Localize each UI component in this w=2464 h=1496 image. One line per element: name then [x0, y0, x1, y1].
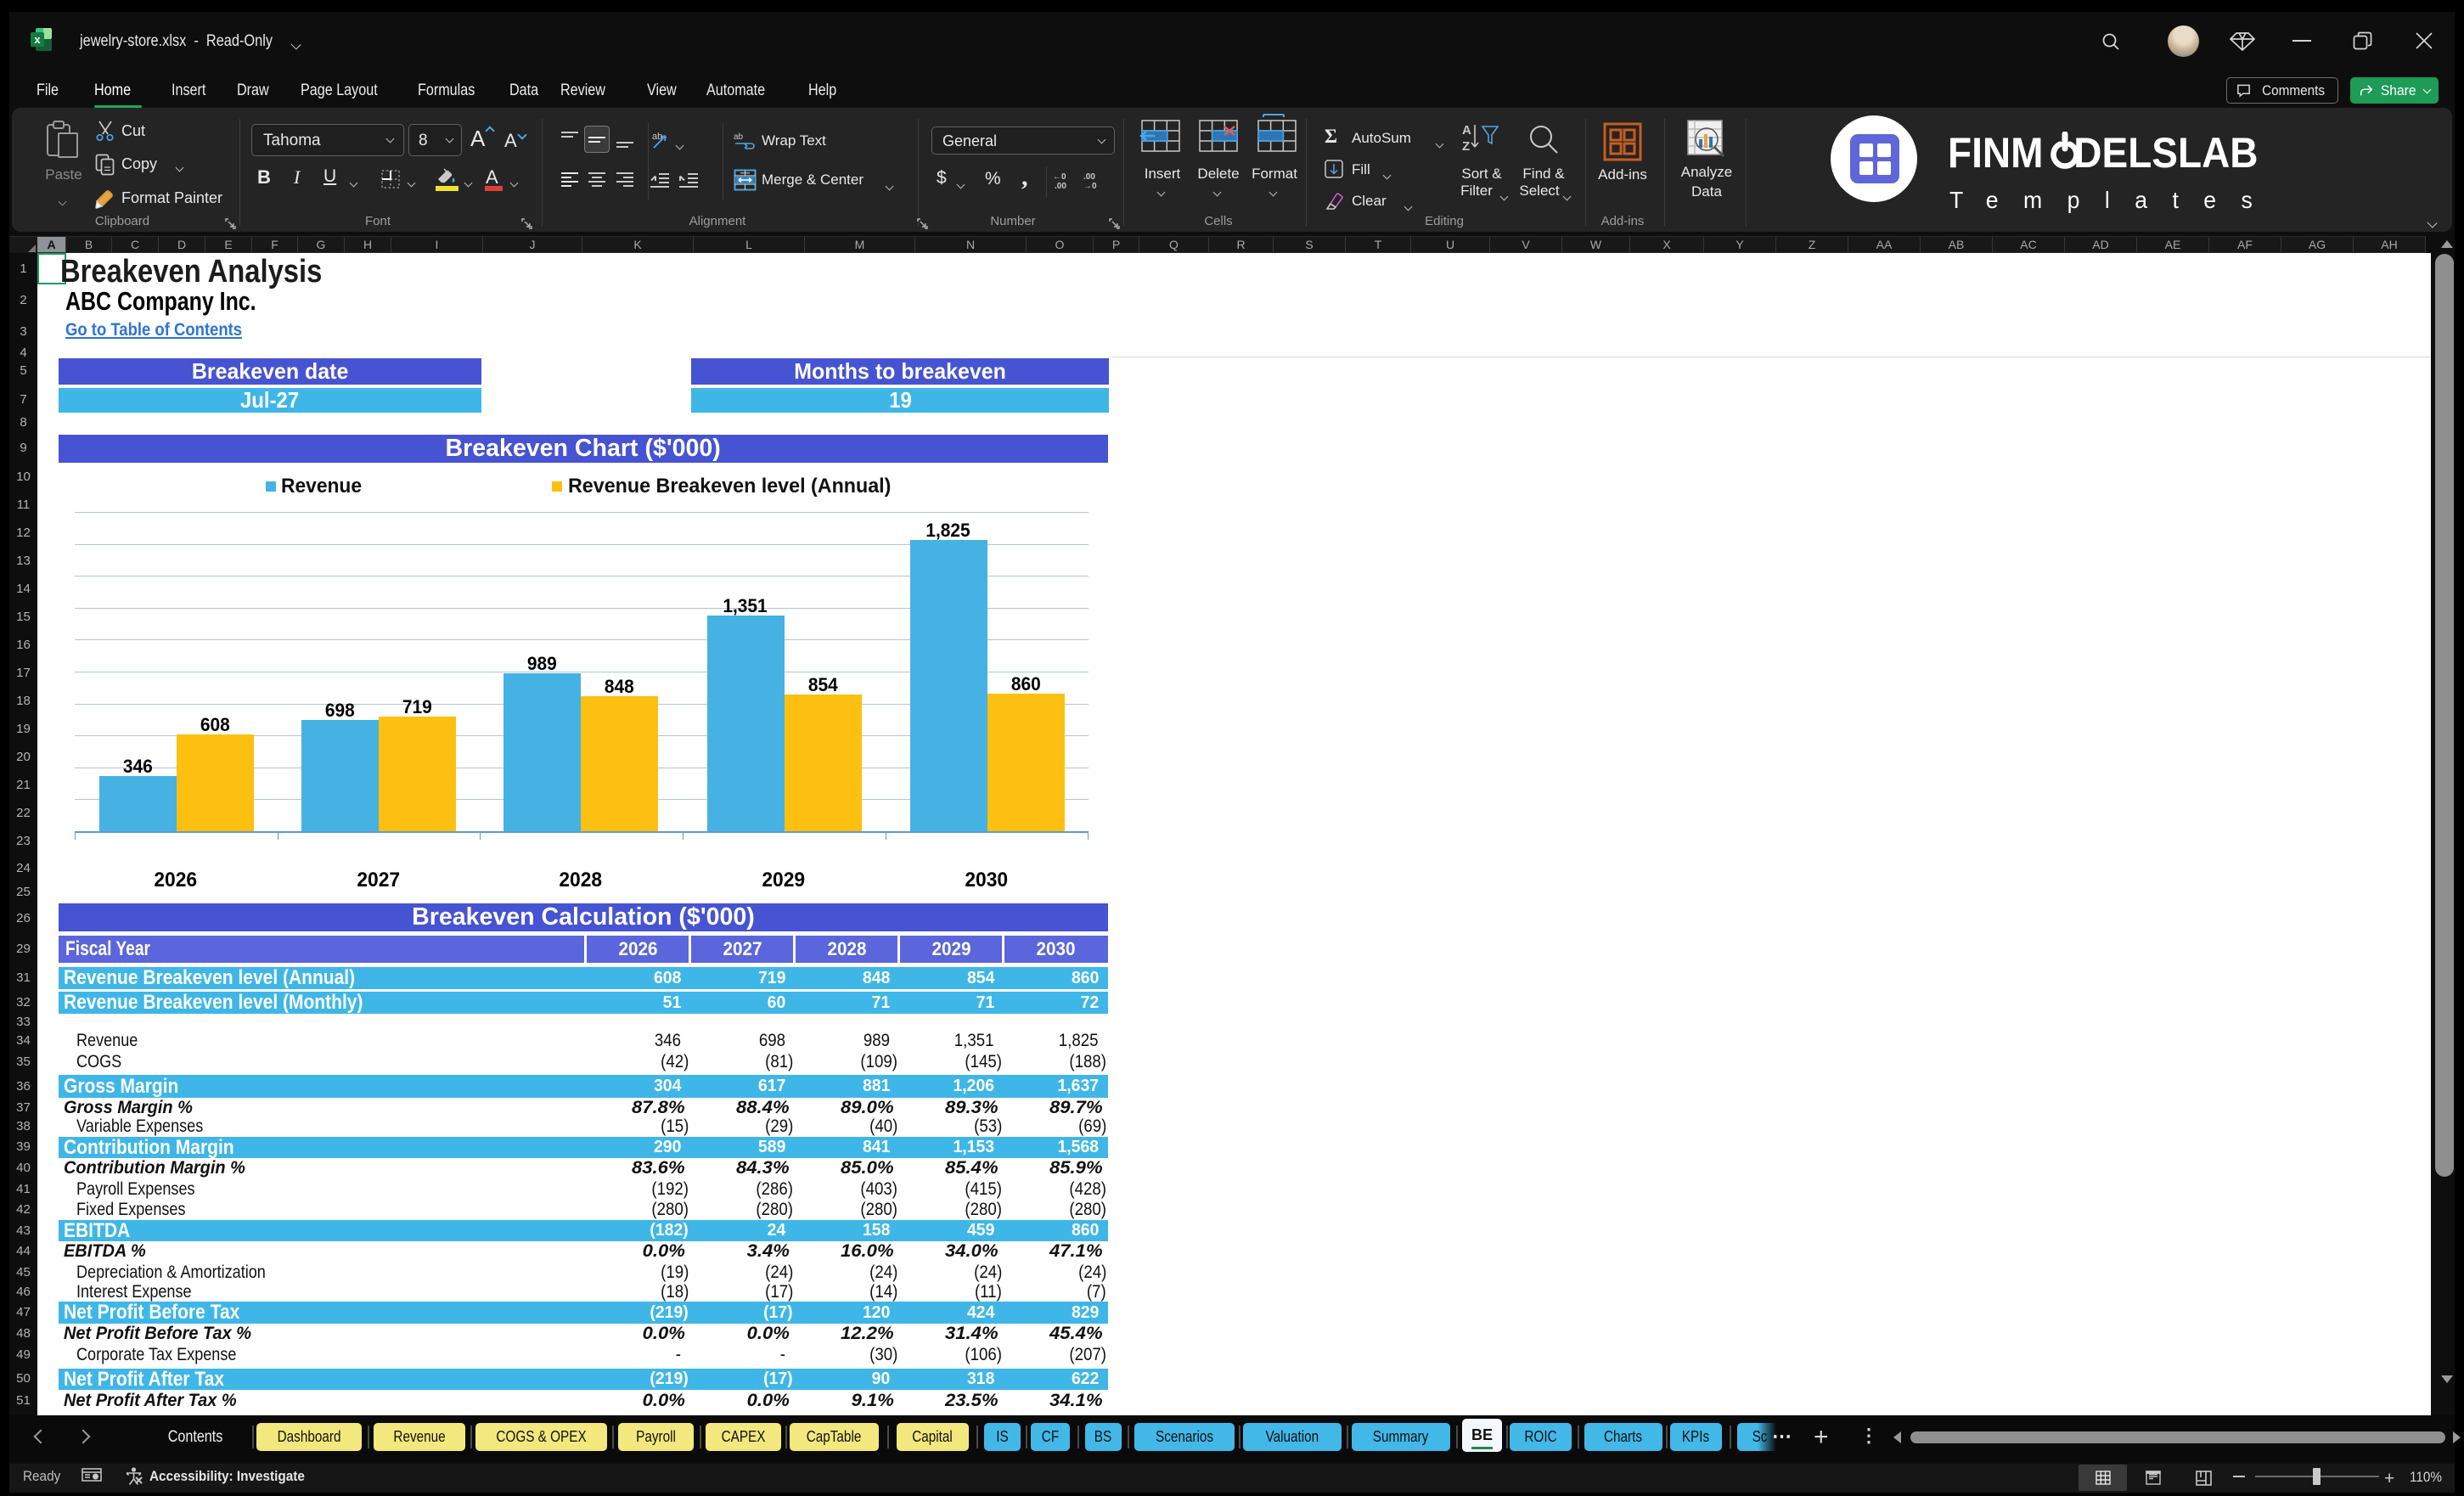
- svg-text:→0: →0: [1083, 182, 1097, 190]
- svg-text:ab: ab: [652, 132, 662, 142]
- svg-text:←0: ←0: [1053, 172, 1066, 182]
- svg-text:.00: .00: [1083, 172, 1095, 182]
- svg-text:.00: .00: [1055, 182, 1066, 190]
- svg-text:ab: ab: [734, 132, 744, 142]
- svg-text:A: A: [1462, 123, 1471, 138]
- svg-text:Z: Z: [1462, 139, 1470, 154]
